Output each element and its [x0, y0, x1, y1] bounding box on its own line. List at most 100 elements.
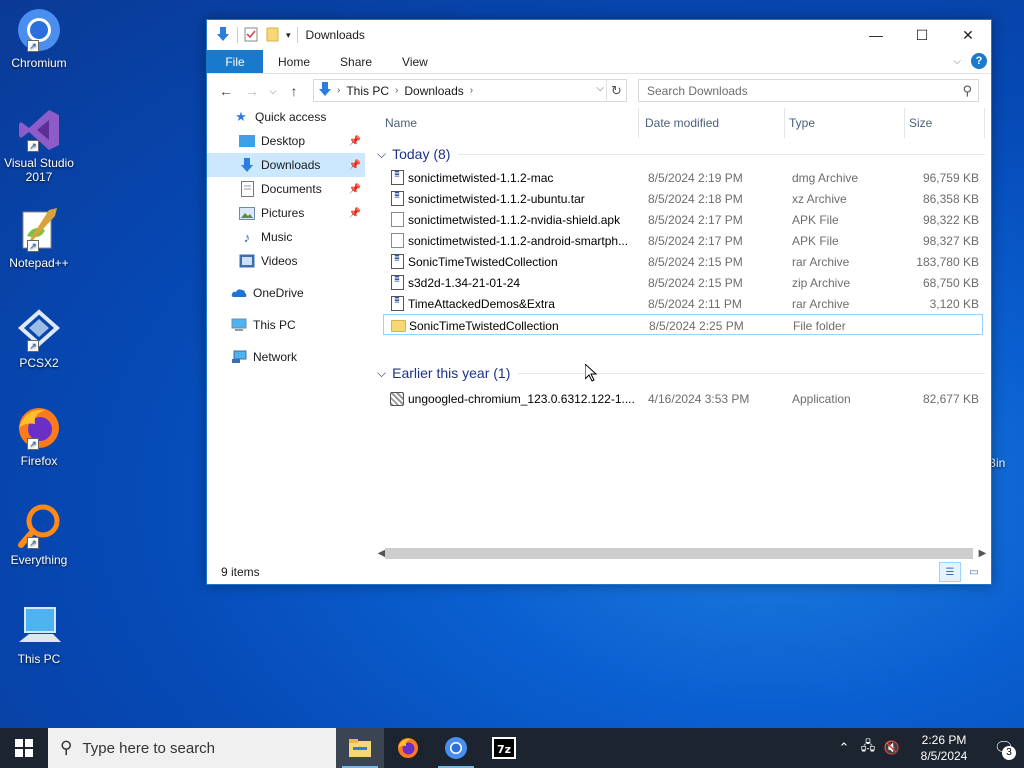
forward-button[interactable]: →: [239, 79, 265, 103]
tab-home[interactable]: Home: [263, 50, 325, 73]
file-row[interactable]: sonictimetwisted-1.1.2-nvidia-shield.apk…: [383, 209, 983, 230]
column-header-size[interactable]: Size: [905, 108, 985, 138]
collapse-chevron-icon[interactable]: ⌵: [377, 147, 386, 162]
desktop-icon-label: Firefox: [20, 454, 58, 468]
column-header-date[interactable]: Date modified: [641, 108, 785, 138]
breadcrumb-separator-icon[interactable]: ›: [470, 85, 473, 96]
file-size: 82,677 KB: [922, 391, 979, 406]
taskbar-7zip[interactable]: 7z: [480, 728, 528, 768]
file-row[interactable]: sonictimetwisted-1.1.2-android-smartph..…: [383, 230, 983, 251]
file-type: xz Archive: [792, 191, 847, 206]
taskbar-clock[interactable]: 2:26 PM 8/5/2024: [904, 732, 984, 764]
taskbar: ⚲ Type here to search 7z ⌃ 🖧 🔇 2:26 PM 8…: [0, 728, 1024, 768]
group-header-earlier[interactable]: ⌵ Earlier this year (1): [373, 362, 985, 384]
nav-item-quick-access[interactable]: ★ Quick access: [207, 105, 365, 129]
nav-item-pictures[interactable]: Pictures 📌: [207, 201, 365, 225]
tab-view[interactable]: View: [387, 50, 443, 73]
start-button[interactable]: [0, 728, 48, 768]
nav-item-documents[interactable]: Documents 📌: [207, 177, 365, 201]
collapse-chevron-icon[interactable]: ⌵: [377, 366, 386, 381]
breadcrumb-downloads[interactable]: Downloads: [398, 84, 469, 98]
details-view-icon[interactable]: ☰: [939, 562, 961, 582]
up-button[interactable]: ↑: [281, 79, 307, 103]
close-button[interactable]: ✕: [945, 20, 991, 50]
back-button[interactable]: ←: [213, 79, 239, 103]
taskbar-file-explorer[interactable]: [336, 728, 384, 768]
file-row[interactable]: ≣ SonicTimeTwistedCollection 8/5/2024 2:15…: [383, 251, 983, 272]
breadcrumb-this-pc[interactable]: This PC: [340, 84, 395, 98]
file-explorer-icon: [349, 739, 371, 757]
volume-muted-icon[interactable]: 🔇: [880, 740, 904, 756]
nav-item-desktop[interactable]: Desktop 📌: [207, 129, 365, 153]
desktop-icon-visual-studio[interactable]: ↗ Visual Studio 2017: [2, 106, 76, 184]
file-row[interactable]: ≣ sonictimetwisted-1.1.2-mac 8/5/2024 2:19…: [383, 167, 983, 188]
show-hidden-icons-chevron-icon[interactable]: ⌃: [832, 740, 856, 756]
desktop-icon-everything[interactable]: ↗ Everything: [2, 503, 76, 567]
address-field[interactable]: › This PC › Downloads › ⌵ ↻: [313, 79, 627, 102]
file-row[interactable]: SonicTimeTwistedCollection 8/5/2024 2:25 …: [383, 314, 983, 335]
desktop-icon-firefox[interactable]: ↗ Firefox: [2, 404, 76, 468]
file-name: SonicTimeTwistedCollection: [409, 318, 559, 333]
pin-icon: 📌: [348, 135, 361, 147]
recent-locations-chevron-icon[interactable]: ⌵: [265, 79, 281, 103]
minimize-button[interactable]: —: [853, 20, 899, 50]
nav-item-music[interactable]: ♪ Music: [207, 225, 365, 249]
customize-qat-chevron-icon[interactable]: ▾: [286, 30, 291, 41]
file-row[interactable]: ungoogled-chromium_123.0.6312.122-1.... 4…: [383, 388, 983, 409]
nav-item-videos[interactable]: Videos: [207, 249, 365, 273]
file-row[interactable]: ≣ TimeAttackedDemos&Extra 8/5/2024 2:11 PM…: [383, 293, 983, 314]
videos-icon: [239, 253, 255, 269]
nav-item-network[interactable]: Network: [207, 345, 365, 369]
desktop-icon-pcsx2[interactable]: ↗ PCSX2: [2, 306, 76, 370]
pictures-icon: [239, 205, 255, 221]
help-icon[interactable]: ?: [971, 53, 987, 69]
file-size: 86,358 KB: [922, 191, 979, 206]
file-date: 8/5/2024 2:25 PM: [649, 318, 744, 333]
desktop-icon-chromium[interactable]: ↗ Chromium: [2, 6, 76, 70]
taskbar-chromium[interactable]: [432, 728, 480, 768]
nav-label: Downloads: [261, 158, 321, 172]
shortcut-arrow-icon: ↗: [27, 140, 39, 152]
file-name: sonictimetwisted-1.1.2-android-smartph..…: [408, 233, 629, 248]
shortcut-arrow-icon: ↗: [27, 438, 39, 450]
column-header-name[interactable]: Name: [381, 108, 639, 138]
pin-icon: 📌: [348, 207, 361, 219]
search-icon: ⚲: [962, 83, 972, 98]
nav-label: Documents: [261, 182, 322, 196]
nav-item-onedrive[interactable]: OneDrive: [207, 281, 365, 305]
tab-share[interactable]: Share: [325, 50, 387, 73]
large-icons-view-icon[interactable]: ▭: [963, 562, 985, 582]
address-dropdown-icon[interactable]: ⌵: [596, 83, 604, 94]
this-pc-icon: [231, 317, 247, 333]
new-folder-icon[interactable]: [264, 26, 280, 45]
taskbar-firefox[interactable]: [384, 728, 432, 768]
scrollbar-thumb[interactable]: [385, 548, 973, 559]
desktop-icon-label: PCSX2: [19, 356, 59, 370]
network-status-icon[interactable]: 🖧: [856, 737, 880, 759]
file-date: 8/5/2024 2:18 PM: [648, 191, 743, 206]
7zip-icon: 7z: [492, 737, 516, 759]
search-input[interactable]: Search Downloads ⚲: [638, 79, 979, 102]
column-header-type[interactable]: Type: [785, 108, 905, 138]
nav-item-downloads[interactable]: Downloads 📌: [207, 153, 365, 177]
tab-file[interactable]: File: [207, 50, 263, 73]
notification-center-button[interactable]: 🗨 3: [984, 728, 1024, 768]
maximize-button[interactable]: ☐: [899, 20, 945, 50]
file-row[interactable]: ≣ sonictimetwisted-1.1.2-ubuntu.tar 8/5/20…: [383, 188, 983, 209]
taskbar-search-input[interactable]: ⚲ Type here to search: [48, 728, 336, 768]
desktop-icon-this-pc[interactable]: This PC: [2, 602, 76, 666]
chromium-icon: ↗: [15, 6, 63, 54]
group-header-today[interactable]: ⌵ Today (8): [373, 143, 985, 165]
quick-access-toolbar: ▾: [207, 26, 298, 45]
properties-icon[interactable]: [244, 26, 258, 45]
expand-ribbon-chevron-icon[interactable]: ⌵: [953, 56, 961, 67]
refresh-icon[interactable]: ↻: [606, 80, 626, 101]
file-date: 8/5/2024 2:15 PM: [648, 254, 743, 269]
file-type: zip Archive: [792, 275, 851, 290]
group-title: Today (8): [392, 146, 451, 162]
nav-item-this-pc[interactable]: This PC: [207, 313, 365, 337]
file-date: 8/5/2024 2:17 PM: [648, 212, 743, 227]
file-size: 3,120 KB: [929, 296, 979, 311]
desktop-icon-notepadpp[interactable]: ↗ Notepad++: [2, 206, 76, 270]
file-row[interactable]: ≣ s3d2d-1.34-21-01-24 8/5/2024 2:15 PM zip …: [383, 272, 983, 293]
